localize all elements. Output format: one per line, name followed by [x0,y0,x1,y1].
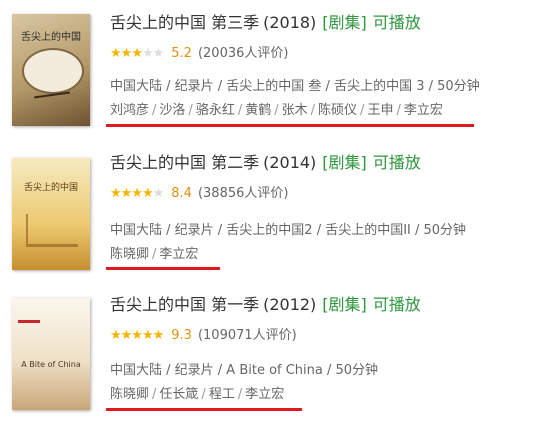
star-empty-icon: ★★ [141,46,164,61]
playable-tag[interactable]: 可播放 [373,295,421,314]
meta-info: 中国大陆 / 纪录片 / 舌尖上的中国 叁 / 舌尖上的中国 3 / 50分钟 [110,79,480,94]
highlight-underline [106,408,302,411]
person-link[interactable]: 陈硕仪 [318,103,357,118]
person-link[interactable]: 王申 [367,103,393,118]
people-row: 陈晓卿 / 李立宏 [110,247,199,262]
person-link[interactable]: 任长箴 [159,387,198,402]
star-icon: ★★ [110,46,132,61]
meta-info: 中国大陆 / 纪录片 / A Bite of China / 50分钟 [110,363,379,378]
person-link[interactable]: 程工 [209,387,235,402]
poster-title-text: 舌尖上的中国 [23,183,78,193]
person-link[interactable]: 陈晓卿 [110,387,149,402]
vote-count: (38856人评价) [197,186,289,201]
poster-plate [22,48,84,94]
star-rating: ★★★★★ [110,46,164,61]
year-text: (2012) [263,295,317,314]
poster-bamboo [26,214,78,247]
person-link[interactable]: 李立宏 [245,387,284,402]
poster-image[interactable]: 舌尖上的中国 [12,158,90,270]
poster-image[interactable]: 舌尖上的中国 [12,14,90,126]
person-link[interactable]: 骆永红 [196,103,235,118]
person-link[interactable]: 黄鹤 [245,103,271,118]
people-row: 陈晓卿 / 任长箴 / 程工 / 李立宏 [110,387,285,402]
title-row: 舌尖上的中国 第二季 (2014) [剧集] 可播放 [110,150,421,176]
person-link[interactable]: 刘鸿彦 [110,103,149,118]
year-text: (2014) [263,153,317,172]
poster-image[interactable]: A Bite of China [12,298,90,410]
meta-info: 中国大陆 / 纪录片 / 舌尖上的中国2 / 舌尖上的中国II / 50分钟 [110,223,467,238]
poster-title-text: A Bite of China [21,360,81,369]
highlight-underline [106,124,474,127]
score: 9.3 [171,328,192,343]
person-link[interactable]: 李立宏 [404,103,443,118]
playable-tag[interactable]: 可播放 [373,13,421,32]
person-link[interactable]: 沙洛 [159,103,185,118]
score: 8.4 [171,186,192,201]
year-text: (2018) [263,13,317,32]
star-rating: ★★★★★ [110,186,165,201]
vote-count: (109071人评价) [197,328,297,343]
rating-row: ★★★★★ 5.2 (20036人评价) [110,44,288,64]
title-row: 舌尖上的中国 第三季 (2018) [剧集] 可播放 [110,10,421,36]
star-icon: ★★★★ [110,328,154,343]
people-row: 刘鸿彦 / 沙洛 / 骆永红 / 黄鹤 / 张木 / 陈硕仪 / 王申 / 李立宏 [110,103,443,118]
star-icon: ★★★★ [110,186,154,201]
title-link[interactable]: 舌尖上的中国 第三季 [110,13,259,32]
series-tag[interactable]: [剧集] [322,153,367,172]
person-link[interactable]: 李立宏 [159,247,198,262]
score: 5.2 [171,46,192,61]
title-link[interactable]: 舌尖上的中国 第二季 [110,153,259,172]
highlight-underline [106,267,220,270]
series-tag[interactable]: [剧集] [322,13,367,32]
series-tag[interactable]: [剧集] [322,295,367,314]
person-link[interactable]: 陈晓卿 [110,247,149,262]
rating-row: ★★★★★ 8.4 (38856人评价) [110,184,288,204]
title-link[interactable]: 舌尖上的中国 第一季 [110,295,259,314]
star-empty-icon: ★ [152,186,165,201]
person-link[interactable]: 张木 [282,103,308,118]
playable-tag[interactable]: 可播放 [373,153,421,172]
title-row: 舌尖上的中国 第一季 (2012) [剧集] 可播放 [110,292,421,318]
rating-row: ★★★★★ 9.3 (109071人评价) [110,326,297,346]
poster-red-stripe [18,320,40,323]
poster-title-text: 舌尖上的中国 [21,32,81,43]
star-half-icon: ★ [131,46,143,61]
star-rating: ★★★★★ [110,328,165,343]
vote-count: (20036人评价) [197,46,289,61]
star-half-icon: ★ [152,328,165,343]
